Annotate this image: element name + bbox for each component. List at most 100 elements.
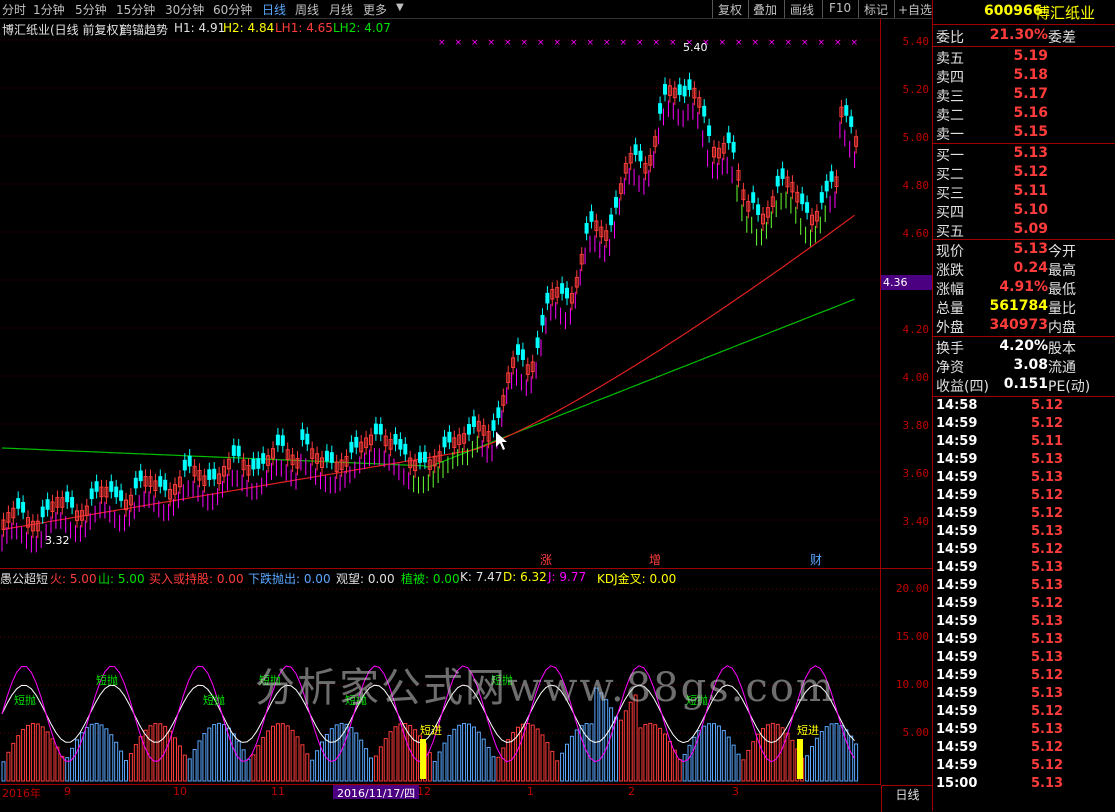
period-tab-more[interactable]: 更多 bbox=[363, 1, 387, 18]
stat-row-value: 340973 bbox=[989, 317, 1048, 333]
sub-bar bbox=[432, 760, 437, 782]
tick-row: 14:59 5.12 bbox=[933, 758, 1115, 776]
mark-button[interactable]: 标记 bbox=[864, 1, 888, 18]
period-tab-timeshare[interactable]: 分时 bbox=[2, 1, 26, 18]
period-tab-daily[interactable]: 日线 bbox=[262, 1, 286, 18]
tick-time: 14:59 bbox=[936, 758, 978, 773]
candle-body bbox=[731, 141, 736, 153]
sub-bar bbox=[839, 725, 844, 782]
candle-body bbox=[70, 497, 75, 508]
f10-button[interactable]: F10 bbox=[829, 1, 851, 15]
sub-bar bbox=[373, 755, 378, 782]
period-tab-60min[interactable]: 60分钟 bbox=[213, 1, 252, 18]
bid-level-label: 买四 bbox=[936, 205, 964, 221]
candle-body bbox=[520, 349, 525, 360]
tick-row: 14:59 5.13 bbox=[933, 686, 1115, 704]
stat-row-label: 总量 bbox=[936, 301, 964, 317]
period-tab-1min[interactable]: 1分钟 bbox=[33, 1, 65, 18]
tick-price: 5.13 bbox=[1031, 722, 1064, 737]
period-tab-15min[interactable]: 15分钟 bbox=[116, 1, 155, 18]
sub-bar bbox=[266, 730, 271, 782]
tick-price: 5.12 bbox=[1031, 596, 1064, 611]
sub-bar bbox=[251, 754, 256, 782]
sub-bar bbox=[677, 759, 682, 782]
price-tick-label: 3.80 bbox=[902, 419, 930, 432]
sub-bar bbox=[104, 728, 109, 782]
candle-body bbox=[805, 202, 810, 213]
price-tick-label: 4.20 bbox=[902, 323, 930, 336]
ask-level-label: 卖五 bbox=[936, 51, 964, 67]
tick-row: 14:59 5.11 bbox=[933, 434, 1115, 452]
sub-bar bbox=[712, 723, 716, 782]
candle-body bbox=[119, 490, 124, 501]
candle-body bbox=[212, 468, 217, 480]
price-tick-label: 5.40 bbox=[902, 35, 930, 48]
tick-row: 15:00 5.13 bbox=[933, 776, 1115, 794]
candle-body bbox=[114, 486, 119, 498]
add-watchlist-button[interactable]: +自选 bbox=[898, 1, 932, 18]
signal-marker: × bbox=[818, 38, 826, 48]
candle-body bbox=[707, 125, 712, 137]
stock-code: 600966 bbox=[984, 3, 1043, 19]
sub-bar bbox=[535, 728, 540, 782]
price-tick-label: 4.80 bbox=[902, 179, 930, 192]
overlay-button[interactable]: 叠加 bbox=[753, 1, 777, 18]
period-tab-weekly[interactable]: 周线 bbox=[295, 1, 319, 18]
date-label-mar: 3 bbox=[732, 785, 739, 798]
signal-marker: × bbox=[455, 38, 463, 48]
period-tab-5min[interactable]: 5分钟 bbox=[75, 1, 107, 18]
period-tab-30min[interactable]: 30分钟 bbox=[165, 1, 204, 18]
sub-bar bbox=[765, 724, 770, 782]
candle-body bbox=[422, 451, 427, 463]
sub-bar bbox=[638, 727, 643, 782]
period-label[interactable]: 日线 bbox=[881, 785, 933, 812]
ask-level-value: 5.18 bbox=[1013, 67, 1048, 83]
candle-body bbox=[65, 491, 70, 503]
candle-body bbox=[540, 314, 545, 326]
sub-bar bbox=[114, 741, 119, 782]
restore-rights-button[interactable]: 复权 bbox=[718, 1, 742, 18]
price-tick-label: 5.00 bbox=[902, 131, 930, 144]
sub-bar bbox=[26, 724, 30, 782]
stat-row-label: 收益(四) bbox=[936, 379, 989, 395]
sub-bar bbox=[173, 737, 177, 782]
draw-line-button[interactable]: 画线 bbox=[790, 1, 814, 18]
sub-bar bbox=[834, 723, 839, 782]
candle-body bbox=[393, 433, 398, 445]
sub-bar bbox=[207, 727, 212, 782]
more-dropdown-icon[interactable]: ▼ bbox=[396, 2, 404, 13]
candle-body bbox=[138, 470, 143, 482]
candle-body bbox=[275, 434, 280, 446]
sub-bar bbox=[746, 749, 751, 782]
candle-body bbox=[329, 452, 334, 463]
sub-bar bbox=[628, 701, 633, 782]
weibi-value: 21.30% bbox=[989, 27, 1048, 43]
sub-bar bbox=[447, 734, 452, 782]
stat-row: 净资 3.08 流通 bbox=[933, 357, 1115, 376]
candle-body bbox=[726, 132, 731, 144]
trade-signal-label: 短进 bbox=[420, 723, 442, 737]
sub-bar bbox=[30, 722, 35, 782]
buy-signal-bar bbox=[420, 739, 426, 779]
period-tab-monthly[interactable]: 月线 bbox=[329, 1, 353, 18]
sub-bar bbox=[589, 723, 594, 782]
stat-row-value: 0.24 bbox=[1013, 260, 1048, 276]
bid-level-value: 5.10 bbox=[1013, 202, 1048, 218]
sub-bar bbox=[349, 727, 354, 782]
candle-body bbox=[829, 171, 834, 182]
tick-row: 14:59 5.12 bbox=[933, 668, 1115, 686]
signal-marker: × bbox=[669, 38, 677, 48]
stat-row-label2: 股本 bbox=[1048, 341, 1076, 357]
sub-bar bbox=[609, 707, 614, 782]
kline-chart[interactable]: × × × × × × × × × × × × × × × × × × × × × × × × × ×5.403.32涨增财 bbox=[0, 19, 880, 568]
sub-bar bbox=[687, 744, 692, 782]
stat-row-label: 现价 bbox=[936, 244, 964, 260]
bid-level-value: 5.13 bbox=[1013, 145, 1048, 161]
price-tick-label: 4.00 bbox=[902, 371, 930, 384]
sub-bar bbox=[6, 751, 11, 782]
ask-level: 卖二 5.16 bbox=[933, 105, 1115, 124]
stat-row-value: 3.08 bbox=[1013, 357, 1048, 373]
candle-body bbox=[442, 436, 447, 448]
candle-body bbox=[109, 481, 114, 492]
stat-row-label: 涨幅 bbox=[936, 282, 964, 298]
